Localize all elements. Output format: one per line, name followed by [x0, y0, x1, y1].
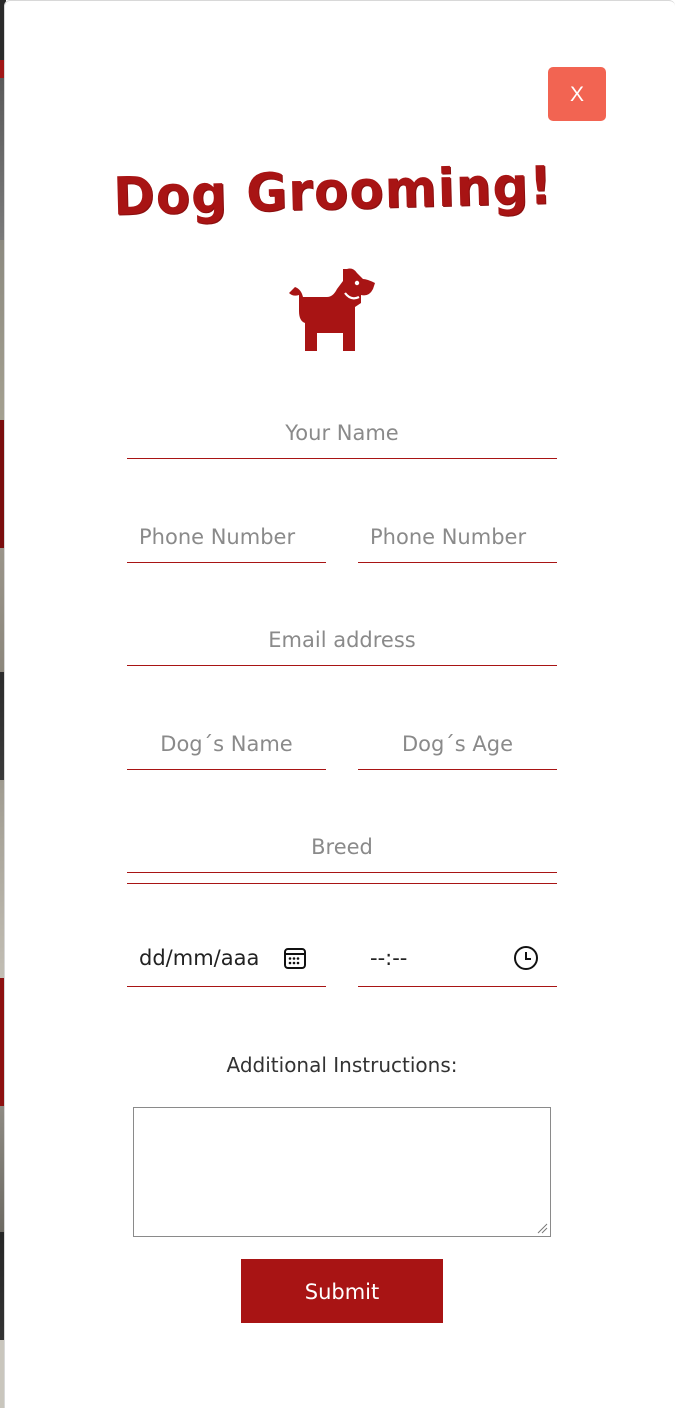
phone-input-2[interactable] — [358, 511, 557, 562]
time-field[interactable]: --:-- — [358, 935, 557, 987]
dog-name-input[interactable] — [127, 718, 326, 769]
email-input[interactable] — [127, 614, 557, 665]
close-button[interactable]: X — [548, 67, 606, 121]
breed-input[interactable] — [127, 821, 557, 872]
booking-modal: X Dog Grooming! Your Name Phone Number P… — [4, 0, 675, 1408]
time-value: --:-- — [370, 946, 408, 970]
dog-age-input[interactable] — [358, 718, 557, 769]
phone-field-1[interactable] — [127, 511, 326, 563]
breed-divider — [127, 883, 557, 884]
date-value: dd/mm/aaaa — [139, 946, 259, 970]
instructions-textarea[interactable] — [133, 1107, 551, 1237]
instructions-label: Additional Instructions: — [226, 1053, 458, 1077]
resize-grip-icon[interactable] — [536, 1222, 548, 1234]
dog-age-field[interactable] — [358, 718, 557, 770]
breed-field[interactable] — [127, 821, 557, 873]
page-title: Dog Grooming! — [112, 154, 554, 228]
submit-button[interactable]: Submit — [241, 1259, 443, 1323]
phone-input-1[interactable] — [127, 511, 326, 562]
dog-icon — [289, 268, 375, 351]
email-field[interactable] — [127, 614, 557, 666]
clock-icon[interactable] — [513, 945, 539, 971]
dog-name-field[interactable] — [127, 718, 326, 770]
name-field[interactable] — [127, 407, 557, 459]
phone-field-2[interactable] — [358, 511, 557, 563]
page: X Dog Grooming! Your Name Phone Number P… — [0, 0, 675, 1408]
calendar-icon[interactable] — [282, 945, 308, 971]
name-input[interactable] — [127, 407, 557, 458]
date-field[interactable]: dd/mm/aaaa — [127, 935, 326, 987]
